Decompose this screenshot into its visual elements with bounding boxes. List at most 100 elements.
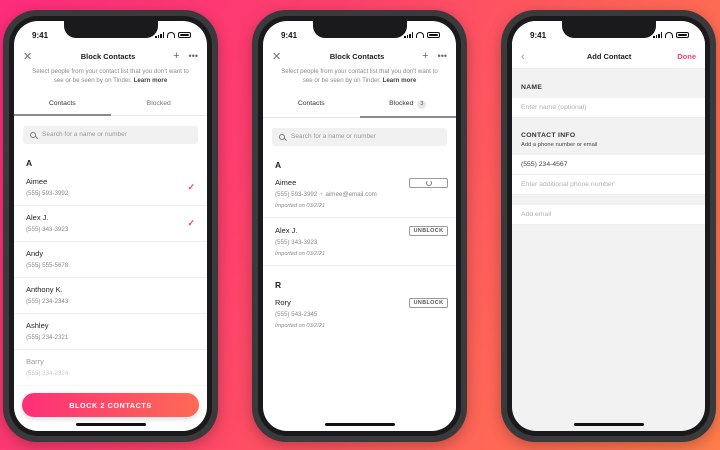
unblock-button[interactable]: UNBLOCK	[409, 225, 448, 236]
blocked-item: Alex J. (555) 343-3923 Imported on 03/2/…	[263, 218, 456, 266]
contact-name: Aimee	[26, 176, 48, 186]
loading-spinner-icon	[425, 179, 432, 186]
description: Select people from your contact list tha…	[14, 68, 207, 86]
learn-more-link[interactable]: Learn more	[383, 77, 417, 84]
blocked-count-badge: 3	[417, 99, 427, 109]
tab-blocked[interactable]: Blocked	[111, 94, 208, 115]
status-time: 9:41	[32, 30, 49, 40]
tab-blocked-label: Blocked	[389, 99, 414, 107]
search-icon	[30, 131, 36, 138]
additional-phone-field[interactable]: Enter additional phone number	[512, 175, 705, 195]
add-icon[interactable]: +	[173, 50, 179, 62]
battery-icon	[178, 32, 191, 38]
status-time: 9:41	[530, 30, 547, 40]
checkmark-icon: ✓	[187, 217, 195, 228]
contact-info: (555) 593-3992 • aimee@email.com	[275, 190, 377, 198]
home-indicator	[324, 423, 395, 426]
search-input[interactable]: Search for a name or number	[23, 125, 198, 144]
more-icon[interactable]: •••	[189, 51, 198, 61]
tab-contacts[interactable]: Contacts	[14, 94, 111, 116]
description: Select people from your contact list tha…	[263, 68, 456, 86]
contact-email: aimee@email.com	[325, 190, 377, 198]
section-letter: A	[26, 157, 33, 168]
tab-bar: Contacts Blocked	[14, 94, 207, 116]
battery-icon	[676, 32, 689, 38]
notch	[312, 21, 407, 38]
list-item[interactable]: Alex J. (555) 343-3923 ✓	[14, 206, 207, 242]
home-indicator	[75, 423, 146, 426]
contact-info-label: CONTACT INFO	[521, 132, 576, 139]
nav-bar: ✕ Block Contacts + •••	[263, 45, 456, 67]
phone-field[interactable]: (555) 234-4567	[512, 155, 705, 175]
contact-phone: (555) 234-2324	[26, 369, 69, 377]
page-title: Block Contacts	[80, 51, 136, 61]
screen-block-contacts: 9:41 ✕ Block Contacts + ••• Select peopl…	[14, 21, 207, 431]
signal-icon	[404, 32, 413, 38]
battery-icon	[427, 32, 440, 38]
imported-date: Imported on 03/2/21	[275, 250, 326, 257]
contact-phone: (555) 234-2321	[26, 333, 69, 341]
contact-phone: (555) 343-3923	[275, 238, 318, 246]
screen-add-contact: 9:41 ‹ Add Contact Done NAME Enter name …	[512, 21, 705, 431]
contact-phone: (555) 593-3992	[26, 189, 69, 197]
page-title: Block Contacts	[329, 51, 385, 61]
contact-list: Aimee (555) 593-3992 ✓ Alex J. (555) 343…	[14, 170, 207, 386]
imported-date: Imported on 03/2/21	[275, 322, 326, 329]
list-item[interactable]: Andy (555) 555-5678	[14, 242, 207, 278]
done-button[interactable]: Done	[677, 52, 696, 61]
search-icon	[279, 133, 285, 140]
contact-name: Alex J.	[26, 212, 49, 222]
status-time: 9:41	[281, 30, 298, 40]
notch	[561, 21, 656, 38]
nav-bar: ‹ Add Contact Done	[512, 45, 705, 69]
list-item[interactable]: Barry (555) 234-2324	[14, 350, 207, 386]
contact-phone: (555) 543-2345	[275, 310, 318, 318]
name-label: NAME	[521, 84, 543, 91]
name-field[interactable]: Enter name (optional)	[512, 98, 705, 118]
tab-bar: Contacts Blocked 3	[263, 94, 456, 118]
phone-blocked-list: 9:41 ✕ Block Contacts + ••• Select peopl…	[252, 10, 467, 442]
contact-name: Barry	[26, 356, 44, 366]
phone-block-contacts: 9:41 ✕ Block Contacts + ••• Select peopl…	[3, 10, 218, 442]
blocked-item: Rory (555) 543-2345 Imported on 03/2/21 …	[263, 290, 456, 337]
contact-name: Andy	[26, 248, 44, 258]
unblock-button[interactable]: UNBLOCK	[409, 297, 448, 308]
contact-phone: (555) 555-5678	[26, 261, 69, 269]
page-title: Add Contact	[586, 52, 632, 61]
list-item[interactable]: Aimee (555) 593-3992 ✓	[14, 170, 207, 206]
tab-contacts-label: Contacts	[48, 99, 76, 107]
wifi-icon	[416, 32, 424, 38]
section-letter: R	[275, 279, 282, 290]
section-letter: A	[275, 159, 282, 170]
unblock-button-loading[interactable]	[409, 177, 448, 188]
learn-more-link[interactable]: Learn more	[134, 77, 168, 84]
email-field[interactable]: Add email	[512, 205, 705, 225]
phone-add-contact: 9:41 ‹ Add Contact Done NAME Enter name …	[501, 10, 716, 442]
contact-phone: (555) 343-3923	[26, 225, 69, 233]
notch	[63, 21, 158, 38]
wifi-icon	[167, 32, 175, 38]
list-item[interactable]: Anthony K. (555) 234-2343	[14, 278, 207, 314]
contact-name: Ashley	[26, 320, 49, 330]
imported-date: Imported on 03/2/21	[275, 202, 326, 209]
back-chevron-icon[interactable]: ‹	[521, 51, 541, 63]
list-item[interactable]: Ashley (555) 234-2321	[14, 314, 207, 350]
nav-bar: ✕ Block Contacts + •••	[14, 45, 207, 67]
more-icon[interactable]: •••	[438, 51, 447, 61]
home-indicator	[573, 423, 644, 426]
tab-contacts-label: Contacts	[297, 99, 325, 107]
tab-contacts[interactable]: Contacts	[263, 94, 360, 117]
signal-icon	[155, 32, 164, 38]
blocked-item: Aimee (555) 593-3992 • aimee@email.com Imp…	[263, 170, 456, 218]
search-input[interactable]: Search for a name or number	[272, 127, 447, 146]
wifi-icon	[665, 32, 673, 38]
tab-blocked-label: Blocked	[146, 99, 171, 107]
close-icon[interactable]: ✕	[272, 50, 292, 63]
close-icon[interactable]: ✕	[23, 50, 43, 63]
search-placeholder: Search for a name or number	[42, 131, 127, 139]
block-contacts-button[interactable]: BLOCK 2 CONTACTS	[22, 393, 199, 417]
contact-phone: (555) 234-2343	[26, 297, 69, 305]
add-icon[interactable]: +	[422, 50, 428, 62]
tab-blocked[interactable]: Blocked 3	[359, 94, 457, 118]
signal-icon	[653, 32, 662, 38]
